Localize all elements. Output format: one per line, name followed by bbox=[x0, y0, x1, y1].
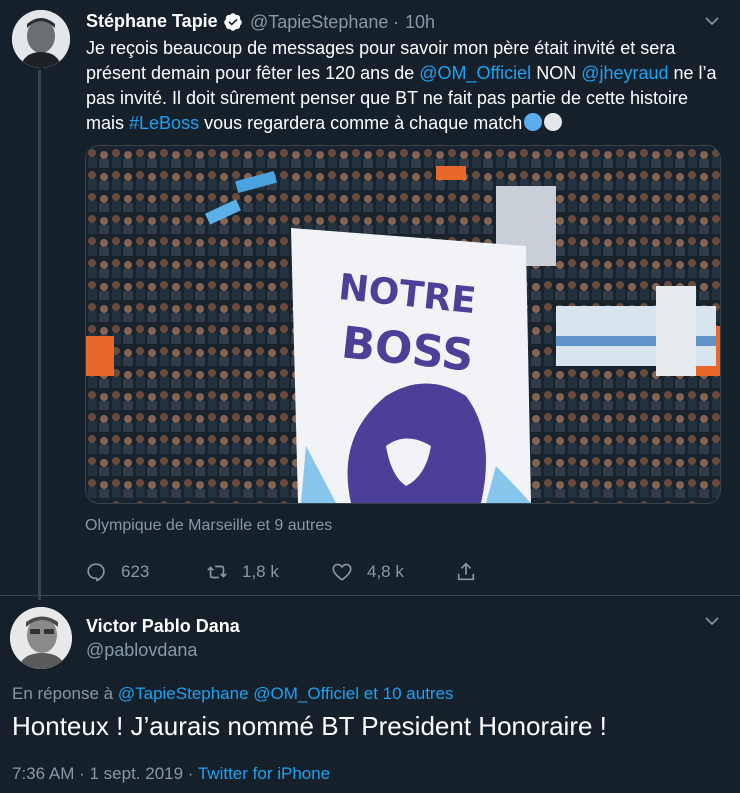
chevron-down-icon[interactable] bbox=[703, 612, 721, 630]
reply-timestamp[interactable]: 7:36 AM · 1 sept. 2019 · bbox=[12, 764, 198, 783]
tweet-main[interactable]: Stéphane Tapie @TapieStephane · 10h Je r… bbox=[0, 0, 740, 600]
like-action[interactable]: 4,8 k bbox=[331, 560, 404, 584]
tweet-photo[interactable]: NOTRE BOSS bbox=[85, 145, 721, 504]
white-circle-emoji bbox=[544, 113, 563, 131]
retweet-icon bbox=[207, 565, 227, 579]
tweet-text-part: vous regardera comme à chaque match bbox=[199, 113, 523, 133]
reply-text: Honteux ! J’aurais nommé BT President Ho… bbox=[12, 711, 607, 741]
reply-author-handle[interactable]: @pablovdana bbox=[86, 640, 197, 661]
share-icon bbox=[457, 562, 475, 581]
thread-line bbox=[38, 70, 41, 600]
like-count: 4,8 k bbox=[367, 562, 404, 581]
reply-mention-link[interactable]: @TapieStephane bbox=[118, 684, 249, 703]
reply-count: 623 bbox=[121, 562, 150, 581]
avatar-victor-pablo-dana[interactable] bbox=[10, 607, 72, 669]
replying-to: En réponse à @TapieStephane @OM_Officiel… bbox=[12, 684, 454, 704]
avatar-stephane-tapie[interactable] bbox=[12, 10, 70, 68]
reply-others-link[interactable]: et 10 autres bbox=[364, 684, 454, 703]
retweet-action[interactable]: 1,8 k bbox=[206, 560, 279, 584]
tweet-text: Je reçois beaucoup de messages pour savo… bbox=[86, 36, 726, 136]
blue-circle-emoji bbox=[524, 113, 543, 131]
reply-source-link[interactable]: Twitter for iPhone bbox=[198, 764, 330, 783]
hashtag-link[interactable]: #LeBoss bbox=[129, 113, 199, 133]
reply-mention-link[interactable]: @OM_Officiel bbox=[253, 684, 359, 703]
verified-badge-icon bbox=[224, 13, 242, 31]
separator-dot: · bbox=[393, 12, 399, 32]
tagged-accounts[interactable]: Olympique de Marseille et 9 autres bbox=[85, 517, 332, 535]
mention-link[interactable]: @OM_Officiel bbox=[419, 63, 531, 83]
author-name[interactable]: Stéphane Tapie bbox=[86, 11, 218, 32]
reply-author-name[interactable]: Victor Pablo Dana bbox=[86, 616, 240, 637]
like-icon bbox=[332, 563, 352, 581]
mention-link[interactable]: @jheyraud bbox=[581, 63, 668, 83]
reply-action[interactable]: 623 bbox=[85, 560, 149, 584]
reply-meta: 7:36 AM · 1 sept. 2019 · Twitter for iPh… bbox=[12, 764, 330, 784]
share-action[interactable] bbox=[455, 560, 491, 584]
replying-to-prefix: En réponse à bbox=[12, 684, 118, 703]
retweet-count: 1,8 k bbox=[242, 562, 279, 581]
tweet-divider bbox=[0, 595, 740, 596]
chevron-down-icon[interactable] bbox=[703, 12, 721, 30]
tweet-text-part: NON bbox=[531, 63, 582, 83]
reply-icon bbox=[87, 563, 105, 582]
tweet-time[interactable]: 10h bbox=[405, 12, 435, 33]
author-handle[interactable]: @TapieStephane bbox=[250, 12, 388, 33]
